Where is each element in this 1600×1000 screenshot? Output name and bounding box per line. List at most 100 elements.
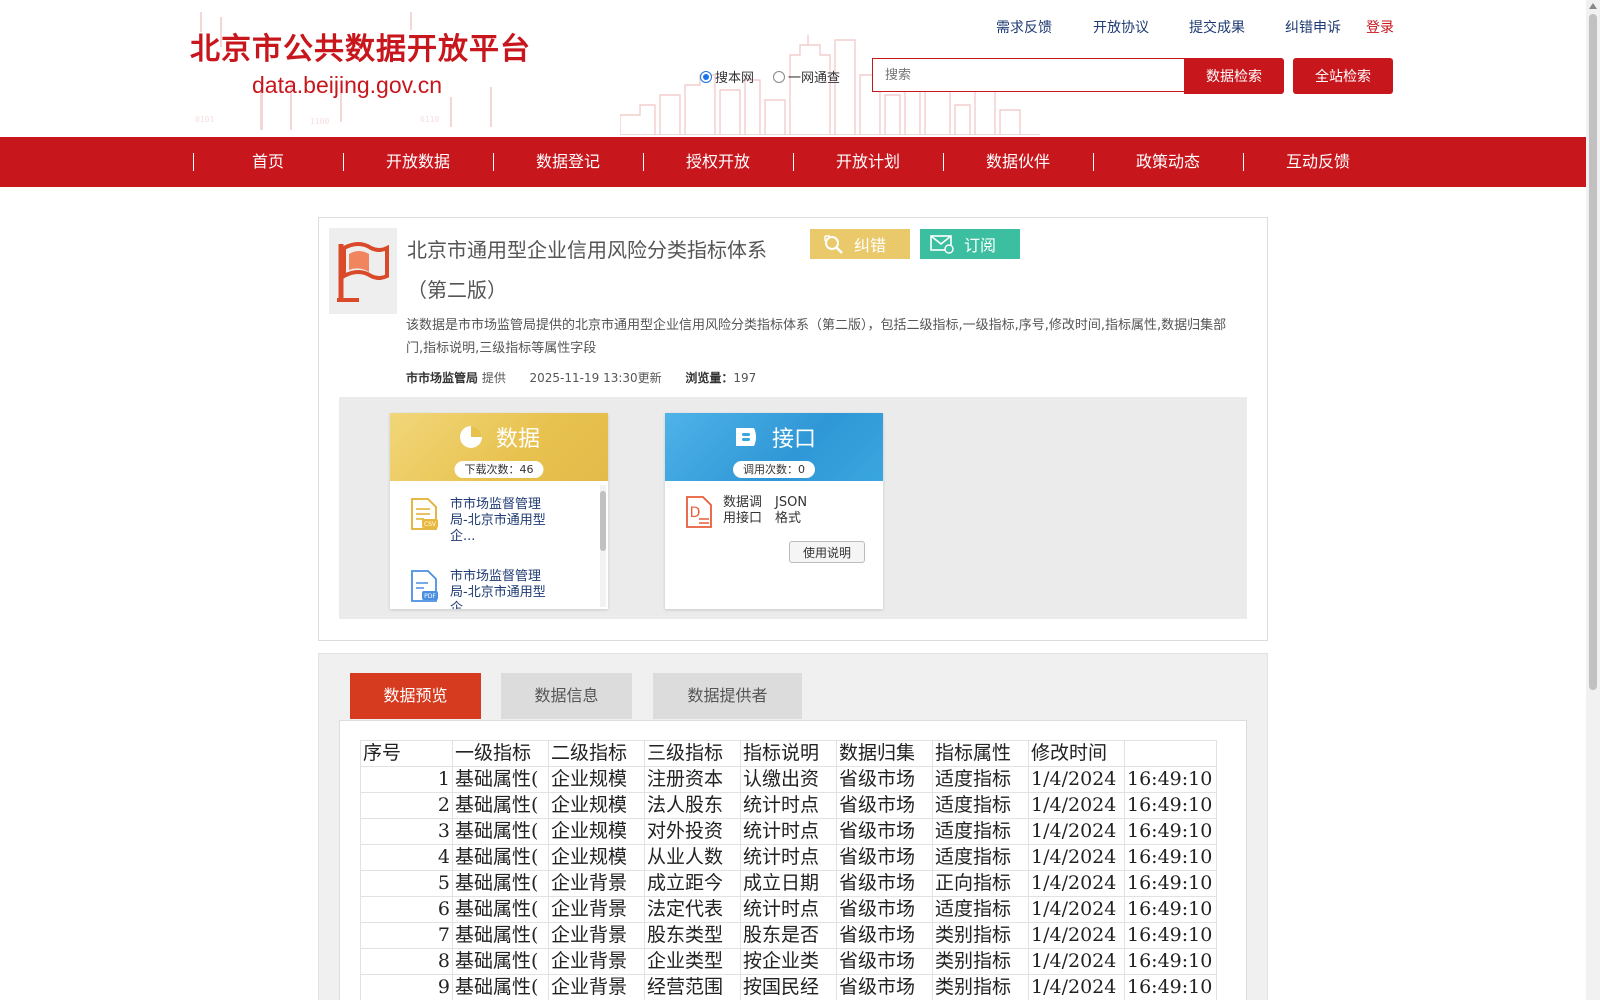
data-resource-title: 数据 [495,427,540,452]
link-correction-appeal[interactable]: 纠错申诉 [1285,17,1341,37]
nav-separator [493,153,494,171]
subscribe-button-label: 订阅 [964,236,997,255]
file-list-scrollbar[interactable] [600,485,606,607]
table-cell: 适度指标 [932,896,1029,923]
main-nav: 首页 开放数据 数据登记 授权开放 开放计划 数据伙伴 政策动态 互动反馈 [0,137,1586,187]
radio-search-all[interactable]: 一网通查 [773,67,840,86]
table-cell: 基础属性( [452,792,549,819]
table-row: 8 基础属性(企业背景 企业类型 按企业类 省级市场 类别指标 1/4/2024 16:49:… [360,948,1217,975]
nav-separator [643,153,644,171]
subscribe-button[interactable]: 订阅 [920,229,1020,259]
mail-icon [930,235,954,254]
table-cell: 省级市场 [836,870,933,897]
tab-data-info[interactable]: 数据信息 [501,673,632,719]
table-cell: 基础属性( [452,974,549,1000]
table-cell: 16:49:10 [1124,948,1217,975]
tab-data-preview[interactable]: 数据预览 [350,673,481,719]
api-item[interactable]: D 数据调用接口 JSON格式 [683,495,815,529]
file-item-pdf[interactable]: PDF 市市场监督管理局-北京市通用型企... [408,569,583,609]
login-link[interactable]: 登录 [1366,17,1394,37]
svg-text:D: D [690,505,701,521]
table-cell: 1/4/2024 [1028,766,1125,793]
table-cell: 省级市场 [836,818,933,845]
correct-button[interactable]: 纠错 [810,229,910,259]
table-cell: 16:49:10 [1124,766,1217,793]
table-cell: 省级市场 [836,948,933,975]
usage-instructions-button[interactable]: 使用说明 [789,541,865,563]
table-cell: 1/4/2024 [1028,844,1125,871]
scrollbar-thumb[interactable] [1589,14,1597,690]
radio-selected-indicator [700,70,712,83]
link-open-agreement[interactable]: 开放协议 [1093,17,1149,37]
nav-separator [943,153,944,171]
table-cell: 2 [360,792,453,819]
tab-data-provider[interactable]: 数据提供者 [653,673,802,719]
magnifier-icon [824,235,843,254]
table-cell: 1/4/2024 [1028,974,1125,1000]
nav-authorized-open[interactable]: 授权开放 [653,137,783,187]
scroll-up-arrow-icon[interactable] [1589,3,1597,9]
table-row: 6 基础属性(企业背景 法定代表 统计时点 省级市场 适度指标 1/4/2024 16:49:… [360,896,1217,923]
table-header-cell: 修改时间 [1028,740,1125,767]
nav-data-registration[interactable]: 数据登记 [503,137,633,187]
nav-home[interactable]: 首页 [203,137,333,187]
table-cell: 按国民经 [740,974,837,1000]
table-cell: 1 [360,766,453,793]
provider-suffix: 提供 [481,371,506,385]
radio-search-all-label: 一网通查 [788,71,841,86]
table-cell: 企业类型 [644,948,741,975]
table-cell: 正向指标 [932,870,1029,897]
preview-section: 数据预览 数据信息 数据提供者 序号 一级指标 二级指标 三级指标 指标说明 数据归集 指标… [318,653,1268,1000]
table-cell: 省级市场 [836,974,933,1000]
table-row: 1 基础属性(企业规模 注册资本 认缴出资 省级市场 适度指标 1/4/2024 16:49:… [360,766,1217,793]
dataset-card: 北京市通用型企业信用风险分类指标体系（第二版） 纠错 订阅 该数据是市市场监管局… [318,217,1268,641]
radio-search-site[interactable]: 搜本网 [700,67,754,86]
table-row: 4 基础属性(企业规模 从业人数 统计时点 省级市场 适度指标 1/4/2024 16:49:… [360,844,1217,871]
table-cell: 按企业类 [740,948,837,975]
data-resource-box: 数据 下载次数：46 CSV 市市场监督管理局-北京市通用型企... PDF 市… [390,413,608,609]
api-document-icon: D [686,496,712,528]
table-cell: 省级市场 [836,844,933,871]
csv-file-icon: CSV [411,498,438,530]
table-header-cell: 三级指标 [644,740,741,767]
nav-policy-news[interactable]: 政策动态 [1103,137,1233,187]
table-cell: 基础属性( [452,766,549,793]
nav-interactive-feedback[interactable]: 互动反馈 [1253,137,1383,187]
table-cell: 7 [360,922,453,949]
page-scrollbar[interactable] [1586,0,1600,1000]
table-cell: 企业规模 [548,766,645,793]
api-icon [735,428,756,446]
dataset-title: 北京市通用型企业信用风险分类指标体系（第二版） [407,238,767,302]
file-item-csv[interactable]: CSV 市市场监督管理局-北京市通用型企... [408,497,583,545]
table-row: 3 基础属性(企业规模 对外投资 统计时点 省级市场 适度指标 1/4/2024 16:49:… [360,818,1217,845]
link-demand-feedback[interactable]: 需求反馈 [996,17,1052,37]
search-input[interactable] [872,58,1184,92]
dataset-description: 该数据是市市场监管局提供的北京市通用型企业信用风险分类指标体系（第二版），包括二… [406,318,1227,356]
table-cell: 16:49:10 [1124,818,1217,845]
top-links: 需求反馈 开放协议 提交成果 纠错申诉 登录 [0,17,1586,37]
api-resource-box: 接口 调用次数：0 D 数据调用接口 JSON格式 使用说明 [665,413,883,609]
nav-open-data[interactable]: 开放数据 [353,137,483,187]
site-header: 0101 1100 0110 北京市公共数据开放平台 data.beijing.go… [0,0,1586,137]
table-cell: 法人股东 [644,792,741,819]
svg-text:CSV: CSV [424,521,437,528]
table-cell: 16:49:10 [1124,896,1217,923]
radio-search-site-label: 搜本网 [715,71,755,86]
site-search-button[interactable]: 全站检索 [1293,58,1393,94]
nav-data-partners[interactable]: 数据伙伴 [953,137,1083,187]
data-search-button[interactable]: 数据检索 [1184,58,1284,94]
table-cell: 3 [360,818,453,845]
table-cell: 9 [360,974,453,1000]
table-cell: 16:49:10 [1124,870,1217,897]
table-cell: 1/4/2024 [1028,948,1125,975]
table-cell: 16:49:10 [1124,922,1217,949]
table-cell: 企业背景 [548,922,645,949]
table-cell: 8 [360,948,453,975]
svg-text:1100: 1100 [310,117,329,126]
table-row: 9 基础属性(企业背景 经营范围 按国民经 省级市场 类别指标 1/4/2024 16:49:… [360,974,1217,1000]
nav-open-plan[interactable]: 开放计划 [803,137,933,187]
table-cell: 法定代表 [644,896,741,923]
svg-text:PDF: PDF [424,593,436,600]
link-submit-results[interactable]: 提交成果 [1189,17,1245,37]
nav-separator [343,153,344,171]
